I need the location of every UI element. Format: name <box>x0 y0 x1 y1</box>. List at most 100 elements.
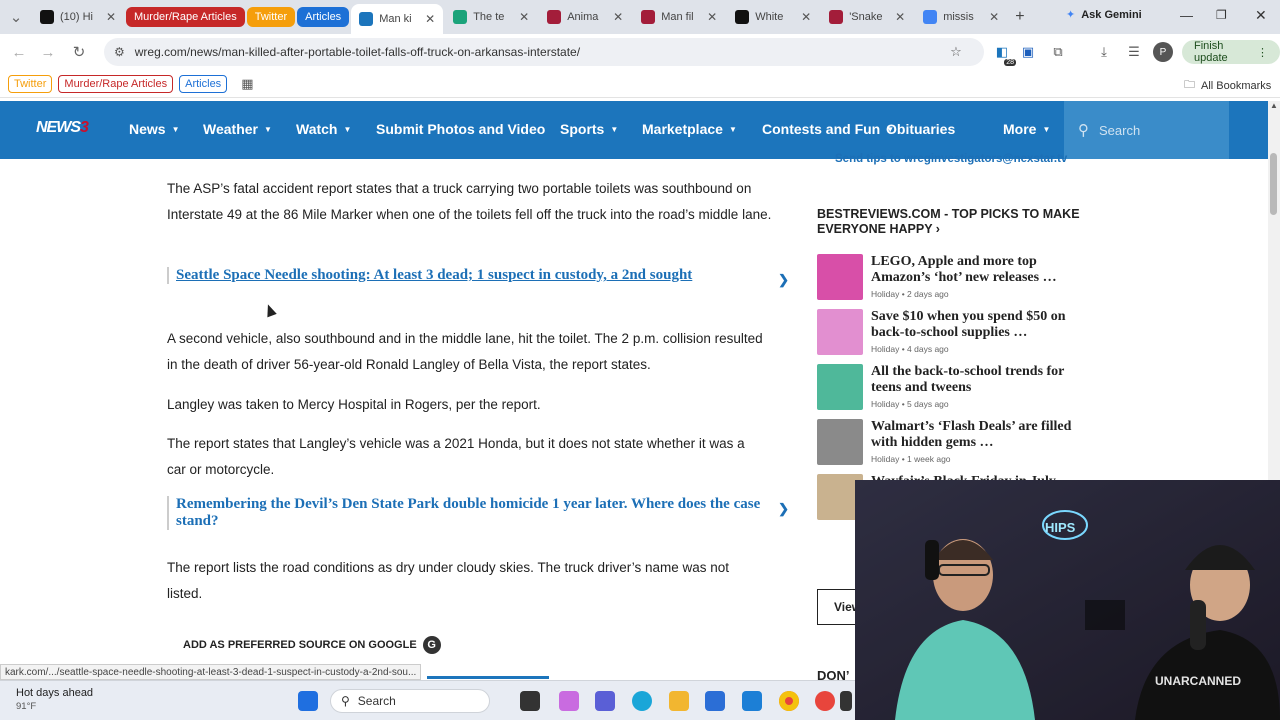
nav-item[interactable]: Submit Photos and Video <box>376 121 545 137</box>
forward-button[interactable]: → <box>33 37 63 67</box>
tab-group-label: Murder/Rape Articles <box>134 11 237 23</box>
windows-start-icon[interactable] <box>298 691 318 711</box>
extension-icon-2[interactable]: ▣ <box>1018 42 1038 62</box>
weather-widget[interactable]: Hot days ahead 91°F <box>16 687 93 713</box>
tab-group-pill[interactable]: Murder/Rape Articles <box>126 7 245 27</box>
nav-item-label: Watch <box>296 121 338 137</box>
copilot-icon[interactable] <box>559 691 579 711</box>
browser-tab[interactable]: Man ki ✕ <box>351 4 444 34</box>
related-link[interactable]: Remembering the Devil’s Den State Park d… <box>167 496 789 530</box>
bookmark-item[interactable]: Twitter <box>8 74 53 93</box>
extensions-puzzle-icon[interactable]: ⧉ <box>1048 42 1068 62</box>
back-button[interactable]: ← <box>4 37 34 67</box>
close-tab-icon[interactable]: ✕ <box>895 10 905 24</box>
nav-item-label: Weather <box>203 121 258 137</box>
article-paragraph: The report states that Langley’s vehicle… <box>167 436 745 477</box>
app-icon[interactable] <box>840 691 852 711</box>
site-info-icon[interactable]: ⚙ <box>114 45 125 59</box>
browser-tab[interactable]: Man fil ✕ <box>633 4 725 30</box>
article-paragraph: The ASP’s fatal accident report states t… <box>167 181 772 222</box>
status-url-tooltip: kark.com/.../seattle-space-needle-shooti… <box>0 664 422 680</box>
folder-icon: 🗀 <box>1184 79 1195 91</box>
nav-item[interactable]: Obituaries <box>886 121 955 137</box>
finish-update-label: Finish update <box>1194 40 1228 64</box>
reload-button[interactable]: ↻ <box>64 37 94 67</box>
store-icon[interactable] <box>705 691 725 711</box>
site-search-placeholder: Search <box>1099 122 1141 138</box>
app-icon[interactable] <box>815 691 835 711</box>
browser-tab[interactable]: The te ✕ <box>445 4 537 30</box>
address-bar[interactable]: ⚙ wreg.com/news/man-killed-after-portabl… <box>104 38 984 66</box>
close-tab-icon[interactable]: ✕ <box>707 10 717 24</box>
edge-icon[interactable] <box>632 691 652 711</box>
nav-item[interactable]: Sports ▼ <box>560 121 618 137</box>
browser-tab-strip: ⌄ (10) Hi ✕ Murder/Rape Articles Twitter Art… <box>0 0 1280 34</box>
recommended-article-card[interactable]: LEGO, Apple and more top Amazon’s ‘hot’ … <box>817 254 1097 304</box>
nav-item[interactable]: More ▼ <box>1003 121 1050 137</box>
tab-title: Anima <box>567 11 599 23</box>
finish-update-button[interactable]: Finish update ⋮ <box>1182 40 1280 64</box>
recommended-article-card[interactable]: Walmart’s ‘Flash Deals’ are filled with … <box>817 419 1097 469</box>
nav-item[interactable]: Weather ▼ <box>203 121 272 137</box>
tab-search-icon[interactable]: ⌄ <box>0 2 32 32</box>
nav-item[interactable]: Contests and Fun ▼ <box>762 121 894 137</box>
task-view-icon[interactable] <box>520 691 540 711</box>
site-search[interactable]: ⚲ Search <box>1064 101 1229 159</box>
caret-down-icon: ▼ <box>263 124 272 134</box>
mail-icon[interactable] <box>742 691 762 711</box>
browser-tab[interactable]: missis ✕ <box>915 4 1007 30</box>
teams-icon[interactable] <box>595 691 615 711</box>
scroll-up-icon[interactable]: ▲ <box>1270 101 1278 110</box>
browser-tab[interactable]: 'Snake ✕ <box>821 4 913 30</box>
restore-button[interactable]: ❐ <box>1216 8 1227 22</box>
tab-group-pill[interactable]: Articles <box>297 7 350 27</box>
nav-item[interactable]: News ▼ <box>129 121 180 137</box>
close-tab-icon[interactable]: ✕ <box>106 10 116 24</box>
nav-item[interactable]: Watch ▼ <box>296 121 351 137</box>
scrollbar-thumb[interactable] <box>1270 153 1277 215</box>
site-logo[interactable]: NEWS3 <box>36 119 89 137</box>
card-meta: Holiday • 4 days ago <box>871 344 949 354</box>
all-bookmarks-button[interactable]: 🗀 All Bookmarks <box>1184 76 1271 95</box>
address-url: wreg.com/news/man-killed-after-portable-… <box>134 45 581 59</box>
nav-item[interactable]: Marketplace ▼ <box>642 121 737 137</box>
related-link[interactable]: Seattle Space Needle shooting: At least … <box>167 267 789 287</box>
close-tab-icon[interactable]: ✕ <box>613 10 623 24</box>
ask-gemini-button[interactable]: ✦ Ask Gemini <box>1066 8 1142 22</box>
extension-icon[interactable]: ◧ 28 <box>992 42 1016 66</box>
preferred-source-button[interactable]: ADD AS PREFERRED SOURCE ON GOOGLE G <box>183 636 441 654</box>
sidebar-heading[interactable]: BESTREVIEWS.COM - TOP PICKS TO MAKE EVER… <box>817 207 1087 237</box>
media-controls-icon[interactable]: ☰ <box>1124 42 1144 62</box>
close-tab-icon[interactable]: ✕ <box>519 10 529 24</box>
browser-tab[interactable]: White ✕ <box>727 4 819 30</box>
bookmark-item[interactable]: Murder/Rape Articles <box>58 74 174 93</box>
browser-tab[interactable]: (10) Hi ✕ <box>32 4 124 30</box>
close-window-button[interactable]: ✕ <box>1255 7 1267 24</box>
card-title: LEGO, Apple and more top Amazon’s ‘hot’ … <box>871 254 1057 285</box>
close-tab-icon[interactable]: ✕ <box>801 10 811 24</box>
weather-temp: 91°F <box>16 701 37 712</box>
nav-item-label: News <box>129 121 166 137</box>
new-tab-button[interactable]: + <box>1015 8 1024 26</box>
browser-tab[interactable]: Anima ✕ <box>539 4 631 30</box>
bookmark-item[interactable]: Articles <box>179 74 228 93</box>
close-tab-icon[interactable]: ✕ <box>989 10 999 24</box>
neon-sign-text: HIPS <box>1045 520 1076 535</box>
profile-avatar[interactable]: P <box>1153 42 1173 62</box>
caret-down-icon: ▼ <box>728 124 737 134</box>
apps-grid-icon[interactable]: ▦ <box>241 76 253 92</box>
tab-title: missis <box>943 11 974 23</box>
tab-title: White <box>755 11 784 23</box>
file-explorer-icon[interactable] <box>669 691 689 711</box>
more-menu-icon: ⋮ <box>1257 46 1268 59</box>
taskbar-search[interactable]: ⚲ Search <box>330 689 490 713</box>
recommended-article-card[interactable]: All the back-to-school trends for teens … <box>817 364 1097 414</box>
tab-group-pill[interactable]: Twitter <box>246 7 296 27</box>
recommended-article-card[interactable]: Save $10 when you spend $50 on back-to-s… <box>817 309 1097 359</box>
bookmark-star-icon[interactable]: ☆ <box>946 42 966 62</box>
minimize-button[interactable]: — <box>1180 8 1193 23</box>
download-icon[interactable]: ⤓ <box>1094 42 1114 62</box>
close-tab-icon[interactable]: ✕ <box>425 12 435 26</box>
tips-email[interactable]: Send tips to wreginvestigators@nexstar.t… <box>835 153 1067 165</box>
chrome-icon[interactable] <box>779 691 799 711</box>
